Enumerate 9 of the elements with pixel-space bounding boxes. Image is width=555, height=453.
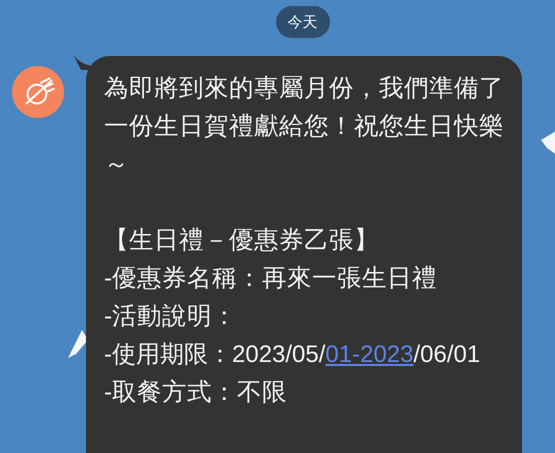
message-text: 為即將到來的專屬月份，我們準備了一份生日賀禮獻給您！祝您生日快樂～: [104, 74, 505, 180]
message-text: 【生日禮－優惠券乙張】: [104, 226, 380, 256]
message-text: -使用期限：2023/05/01-2023/06/01: [104, 340, 482, 370]
message-text: -活動說明：: [104, 302, 238, 332]
date-chip: 今天: [276, 6, 330, 38]
message-text: -優惠券名稱：再來一張生日禮: [104, 264, 438, 294]
message-text: -取餐方式：不限: [104, 378, 288, 408]
date-link[interactable]: 01-2023: [325, 341, 414, 368]
avatar-icon[interactable]: [12, 66, 64, 118]
